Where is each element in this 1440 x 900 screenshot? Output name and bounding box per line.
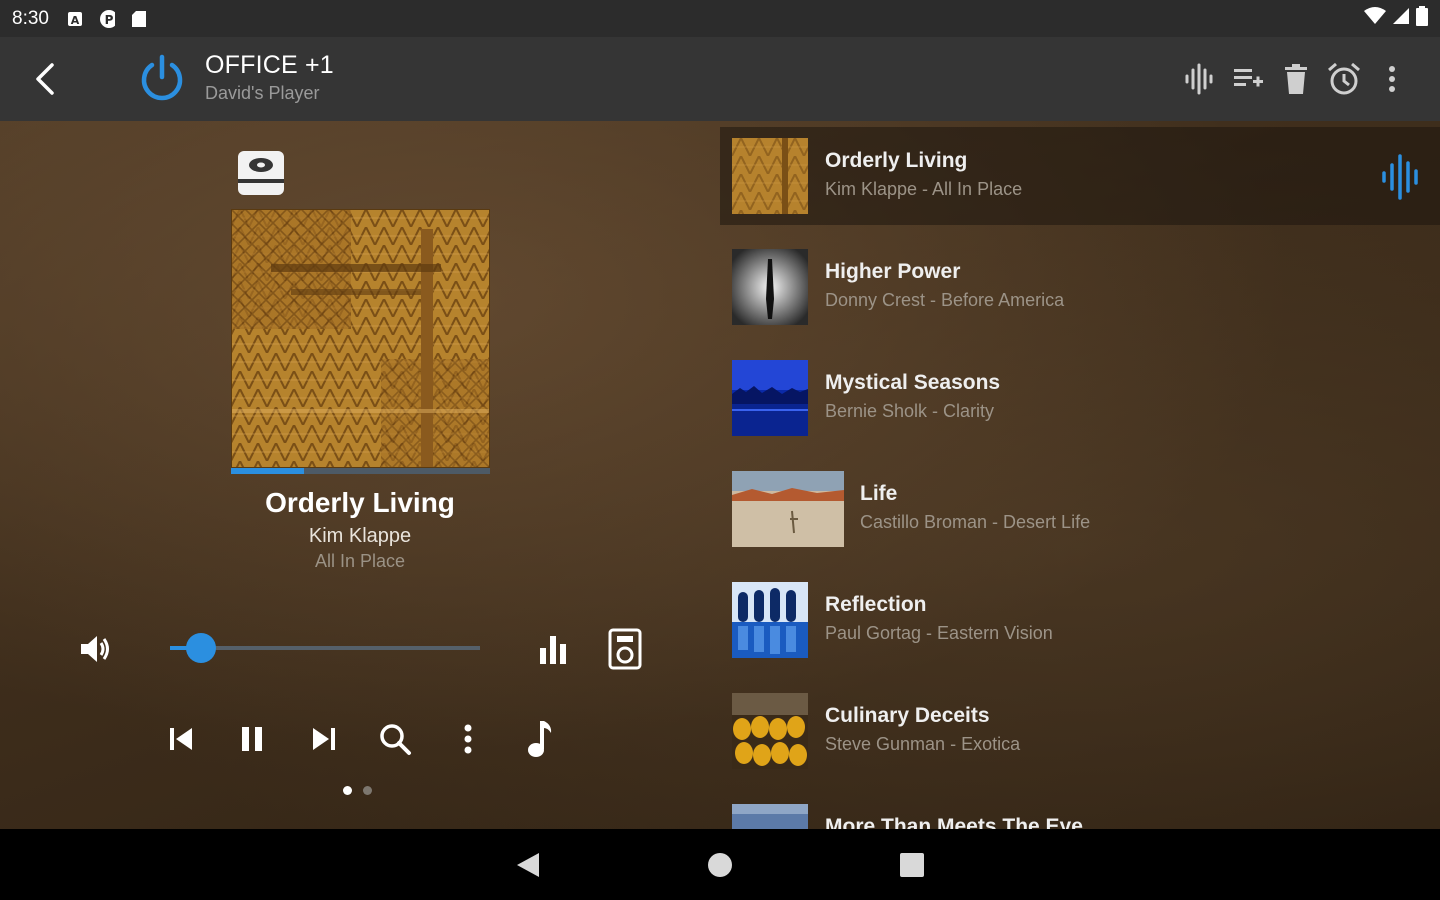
queue-item-art [732, 471, 844, 547]
signal-icon [1392, 7, 1410, 30]
queue-item-art [732, 138, 808, 214]
music-note-icon[interactable] [520, 719, 560, 759]
notification-p-icon: P [99, 9, 115, 28]
app-bar: OFFICE +1 David's Player [0, 37, 1440, 121]
queue-item-subtitle: Bernie Sholk - Clarity [825, 401, 995, 421]
volume-slider-thumb[interactable] [186, 633, 216, 663]
zone-title-block[interactable]: OFFICE +1 David's Player [205, 51, 334, 104]
queue-item-subtitle: Donny Crest - Before America [825, 290, 1065, 310]
queue-item-title: Mystical Seasons [825, 371, 1001, 394]
page-dot-active [343, 786, 352, 795]
now-playing-artist: Kim Klappe [308, 525, 412, 547]
queue-item-art [732, 249, 808, 325]
queue-item[interactable]: Orderly Living Kim Klappe - All In Place [720, 127, 1440, 225]
queue-item[interactable]: Culinary Deceits Steve Gunman - Exotica [720, 682, 1440, 780]
album-art[interactable] [231, 209, 490, 468]
playback-progress-fill [231, 468, 304, 474]
search-icon[interactable] [375, 719, 415, 759]
queue-item-art [732, 360, 808, 436]
queue-item[interactable]: More Than Meets The Eye [720, 793, 1440, 829]
queue-item[interactable]: Life Castillo Broman - Desert Life [720, 460, 1440, 558]
volume-slider[interactable] [170, 633, 480, 663]
speaker-icon[interactable] [608, 628, 642, 670]
back-icon[interactable] [26, 57, 62, 101]
sd-card-icon [131, 10, 147, 27]
zone-title: OFFICE +1 [205, 51, 334, 79]
status-bar: 8:30 A P [0, 0, 1440, 37]
wifi-icon [1364, 7, 1386, 30]
queue-item-subtitle: Castillo Broman - Desert Life [860, 512, 1091, 532]
queue-item-title: Culinary Deceits [825, 704, 990, 727]
play-queue: Orderly Living Kim Klappe - All In Place… [720, 127, 1440, 829]
queue-item-art [732, 693, 808, 769]
queue-item[interactable]: Reflection Paul Gortag - Eastern Vision [720, 571, 1440, 669]
battery-icon [1416, 6, 1428, 31]
queue-item[interactable]: Mystical Seasons Bernie Sholk - Clarity [720, 349, 1440, 447]
equalizer-icon[interactable] [536, 632, 570, 666]
svg-text:P: P [105, 13, 114, 27]
system-nav-bar [0, 829, 1440, 900]
svg-text:A: A [71, 14, 80, 27]
now-playing-title: Orderly Living [265, 487, 455, 518]
queue-item-title: Reflection [825, 593, 927, 616]
queue-item-title: Life [860, 482, 898, 505]
trash-icon[interactable] [1278, 61, 1314, 97]
source-device-icon [236, 149, 286, 197]
playback-progress-bar[interactable] [231, 468, 490, 474]
power-icon[interactable] [136, 53, 188, 105]
queue-item-subtitle: Kim Klappe - All In Place [825, 179, 1023, 199]
skip-next-icon[interactable] [304, 719, 344, 759]
now-playing-waveform-icon [1378, 153, 1426, 201]
pause-icon[interactable] [232, 719, 272, 759]
queue-item-title: Higher Power [825, 260, 961, 283]
alarm-icon[interactable] [1326, 61, 1362, 97]
home-circle-icon[interactable] [704, 849, 736, 881]
main-content: Orderly Living Kim Klappe All In Place O… [0, 121, 1440, 829]
page-dot [363, 786, 372, 795]
player-name: David's Player [205, 83, 320, 103]
queue-item[interactable]: Higher Power Donny Crest - Before Americ… [720, 238, 1440, 336]
queue-item-title: More Than Meets The Eye [825, 815, 1083, 829]
skip-previous-icon[interactable] [161, 719, 201, 759]
more-vert-icon[interactable] [1374, 61, 1410, 97]
queue-item-art [732, 582, 808, 658]
recents-square-icon[interactable] [896, 849, 928, 881]
page-indicator [343, 786, 372, 795]
now-playing-album: All In Place [314, 551, 406, 571]
queue-item-subtitle: Steve Gunman - Exotica [825, 734, 1021, 754]
queue-item-art [732, 804, 808, 829]
status-time: 8:30 [12, 7, 49, 29]
volume-icon[interactable] [78, 631, 114, 667]
more-vert-icon[interactable] [448, 719, 488, 759]
waveform-icon[interactable] [1182, 61, 1218, 97]
playlist-add-icon[interactable] [1230, 61, 1266, 97]
back-triangle-icon[interactable] [512, 849, 544, 881]
queue-item-title: Orderly Living [825, 149, 968, 172]
queue-item-subtitle: Paul Gortag - Eastern Vision [825, 623, 1053, 643]
notification-a-icon: A [67, 11, 83, 27]
